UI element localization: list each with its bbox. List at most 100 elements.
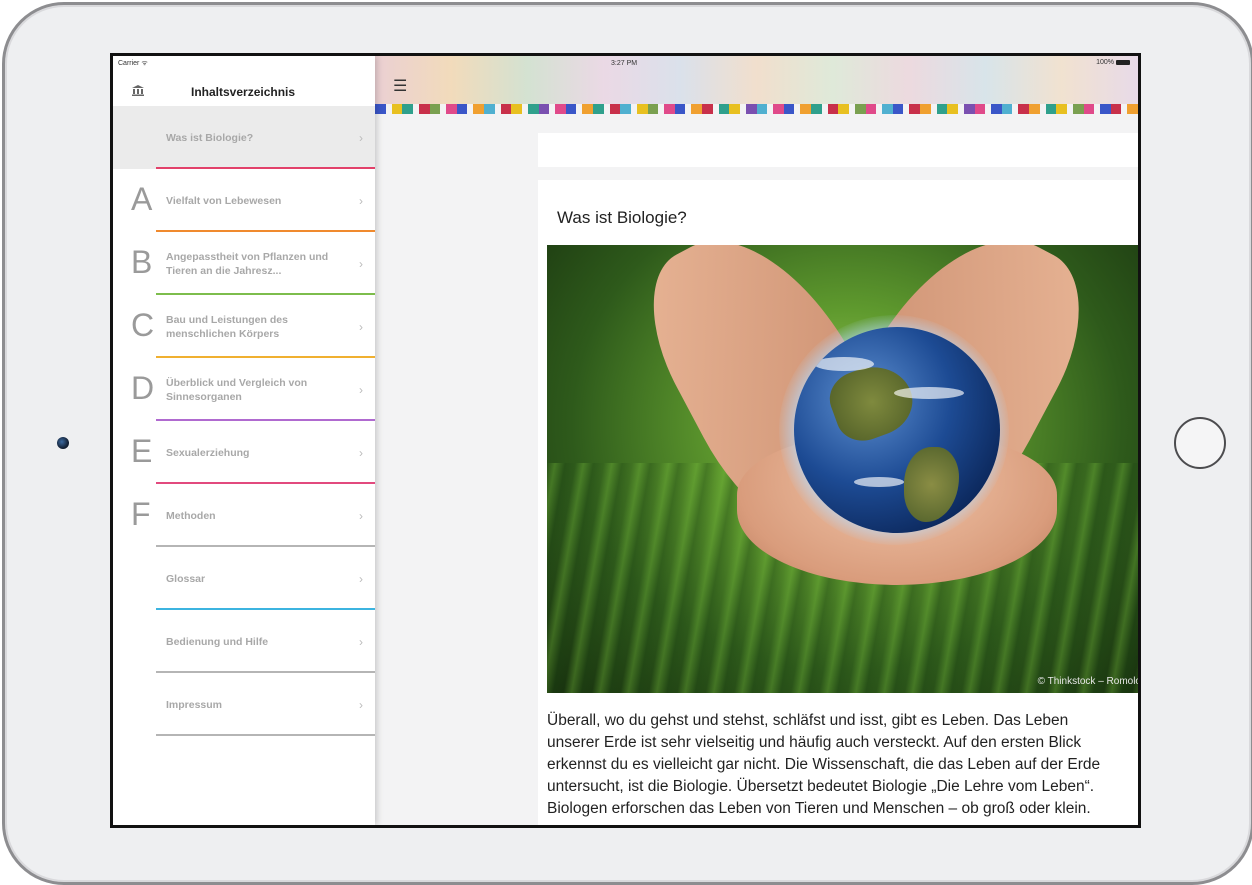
toc-item[interactable]: Impressum › xyxy=(113,673,375,736)
color-strip-segment xyxy=(538,104,550,114)
chevron-right-icon: › xyxy=(359,382,363,397)
color-strip-segment xyxy=(391,104,403,114)
article-body-line: unserer Erde ist sehr vielseitig und häu… xyxy=(547,734,1082,751)
color-strip-segment xyxy=(402,104,413,114)
home-button[interactable] xyxy=(1174,417,1226,469)
color-strip-segment xyxy=(947,104,958,114)
chevron-right-icon: › xyxy=(359,193,363,208)
chevron-right-icon: › xyxy=(359,130,363,145)
toc-item[interactable]: Glossar › xyxy=(113,547,375,610)
image-credit: © Thinkstock – Romolo xyxy=(1037,676,1141,687)
toc-item[interactable]: D Überblick und Vergleich von Sinnesorgan… xyxy=(113,358,375,421)
toc-item-label: Bau und Leistungen des menschlichen Körp… xyxy=(166,313,288,340)
color-strip-segment xyxy=(718,104,730,114)
color-strip-segment xyxy=(555,104,566,114)
color-strip-segment xyxy=(827,104,839,114)
battery-label: 100% xyxy=(1096,59,1114,66)
article-body-line: erkennst du es vielleicht gar nicht. Die… xyxy=(547,756,1101,773)
cloud xyxy=(894,387,964,399)
color-strip-segment xyxy=(593,104,604,114)
home-icon[interactable] xyxy=(131,84,145,96)
article-body-line: Biologen erforschen das Leben von Tieren… xyxy=(547,800,1091,817)
color-strip-segment xyxy=(691,104,702,114)
toc-item-label: Vielfalt von Lebewesen xyxy=(166,194,282,207)
carrier-status: Carrier ᯤ xyxy=(118,60,148,67)
color-strip-segment xyxy=(636,104,648,114)
color-strip-segment xyxy=(500,104,512,114)
color-strip-segment xyxy=(609,104,621,114)
color-strip-segment xyxy=(565,104,577,114)
color-strip-segment xyxy=(800,104,811,114)
toc-item[interactable]: A Vielfalt von Lebewesen › xyxy=(113,169,375,232)
status-time: 3:27 PM xyxy=(611,60,638,67)
color-strip-segment xyxy=(838,104,849,114)
color-strip-segment xyxy=(963,104,975,114)
color-strip-segment xyxy=(456,104,468,114)
article-body: Überall, wo du gehst und stehst, schläfs… xyxy=(547,710,1138,820)
color-strip-segment xyxy=(473,104,484,114)
article-image: © Thinkstock – Romolo xyxy=(547,245,1141,693)
color-strip-segment xyxy=(446,104,457,114)
color-strip-segment xyxy=(418,104,430,114)
color-strip-segment xyxy=(582,104,593,114)
article-title: Was ist Biologie? xyxy=(557,208,687,227)
chevron-right-icon: › xyxy=(359,508,363,523)
color-strip-segment xyxy=(484,104,495,114)
globe-icon xyxy=(794,327,1000,533)
color-strip-segment xyxy=(1110,104,1122,114)
color-strip-segment xyxy=(811,104,822,114)
color-strip-segment xyxy=(729,104,740,114)
toc-item-label: Glossar xyxy=(166,572,206,585)
color-strip-segment xyxy=(854,104,866,114)
toc-item[interactable]: C Bau und Leistungen des menschlichen Kör… xyxy=(113,295,375,358)
color-strip-segment xyxy=(1001,104,1013,114)
color-strip-segment xyxy=(664,104,675,114)
color-strip-segment xyxy=(756,104,768,114)
color-strip-segment xyxy=(909,104,920,114)
color-strip-segment xyxy=(620,104,631,114)
toc-item-label: Was ist Biologie? xyxy=(166,131,254,144)
article-card: Was ist Biologie? © Thinkstock – Romolo … xyxy=(538,180,1138,825)
toc-item[interactable]: B Angepasstheit von Pflanzen und Tieren a… xyxy=(113,232,375,295)
color-strip-segment xyxy=(892,104,904,114)
color-strip-segment xyxy=(1018,104,1029,114)
toc-item-label: Überblick und Vergleich von Sinnesorgane… xyxy=(166,376,308,403)
toc-item-letter: F xyxy=(131,496,151,532)
color-strip-segment xyxy=(647,104,659,114)
toc-item-letter: B xyxy=(131,244,153,280)
content-area: 3:27 PM 100% ☰ Was ist Biologie? © Think… xyxy=(375,56,1138,825)
toc-item-label: Bedienung und Hilfe xyxy=(166,635,269,648)
toc-item[interactable]: Was ist Biologie? › xyxy=(113,106,375,169)
chevron-right-icon: › xyxy=(359,634,363,649)
chevron-right-icon: › xyxy=(359,319,363,334)
color-strip-segment xyxy=(974,104,986,114)
color-strip-segment xyxy=(991,104,1002,114)
color-strip-segment xyxy=(1029,104,1040,114)
sidebar: Carrier ᯤ Inhaltsverzeichnis Was ist Bio… xyxy=(113,56,375,825)
battery-status: 100% xyxy=(1096,59,1130,66)
sidebar-header: Inhaltsverzeichnis xyxy=(113,72,375,106)
color-strip-segment xyxy=(936,104,948,114)
toc-item[interactable]: E Sexualerziehung › xyxy=(113,421,375,484)
color-strip-segment xyxy=(1045,104,1057,114)
color-strip-segment xyxy=(375,104,386,114)
camera-icon xyxy=(57,437,69,449)
color-strip-segment xyxy=(882,104,893,114)
menu-icon[interactable]: ☰ xyxy=(393,79,407,95)
color-strip-segment xyxy=(920,104,931,114)
toc-item[interactable]: F Methoden › xyxy=(113,484,375,547)
color-strip-segment xyxy=(865,104,877,114)
article-body-line: untersucht, ist die Biologie. Übersetzt … xyxy=(547,778,1095,795)
color-strip-segment xyxy=(702,104,713,114)
toc-item-label: Methoden xyxy=(166,509,216,522)
color-strip-segment xyxy=(1083,104,1095,114)
toc-item-label: Impressum xyxy=(166,698,223,711)
toc-item-label: Sexualerziehung xyxy=(166,446,250,459)
color-strip xyxy=(375,104,1138,114)
color-strip-segment xyxy=(1127,104,1138,114)
screen: Carrier ᯤ Inhaltsverzeichnis Was ist Bio… xyxy=(110,53,1141,828)
toc-item[interactable]: Bedienung und Hilfe › xyxy=(113,610,375,673)
color-strip-segment xyxy=(674,104,686,114)
toc-item-label: Angepasstheit von Pflanzen und Tieren an… xyxy=(166,250,329,277)
chevron-right-icon: › xyxy=(359,445,363,460)
